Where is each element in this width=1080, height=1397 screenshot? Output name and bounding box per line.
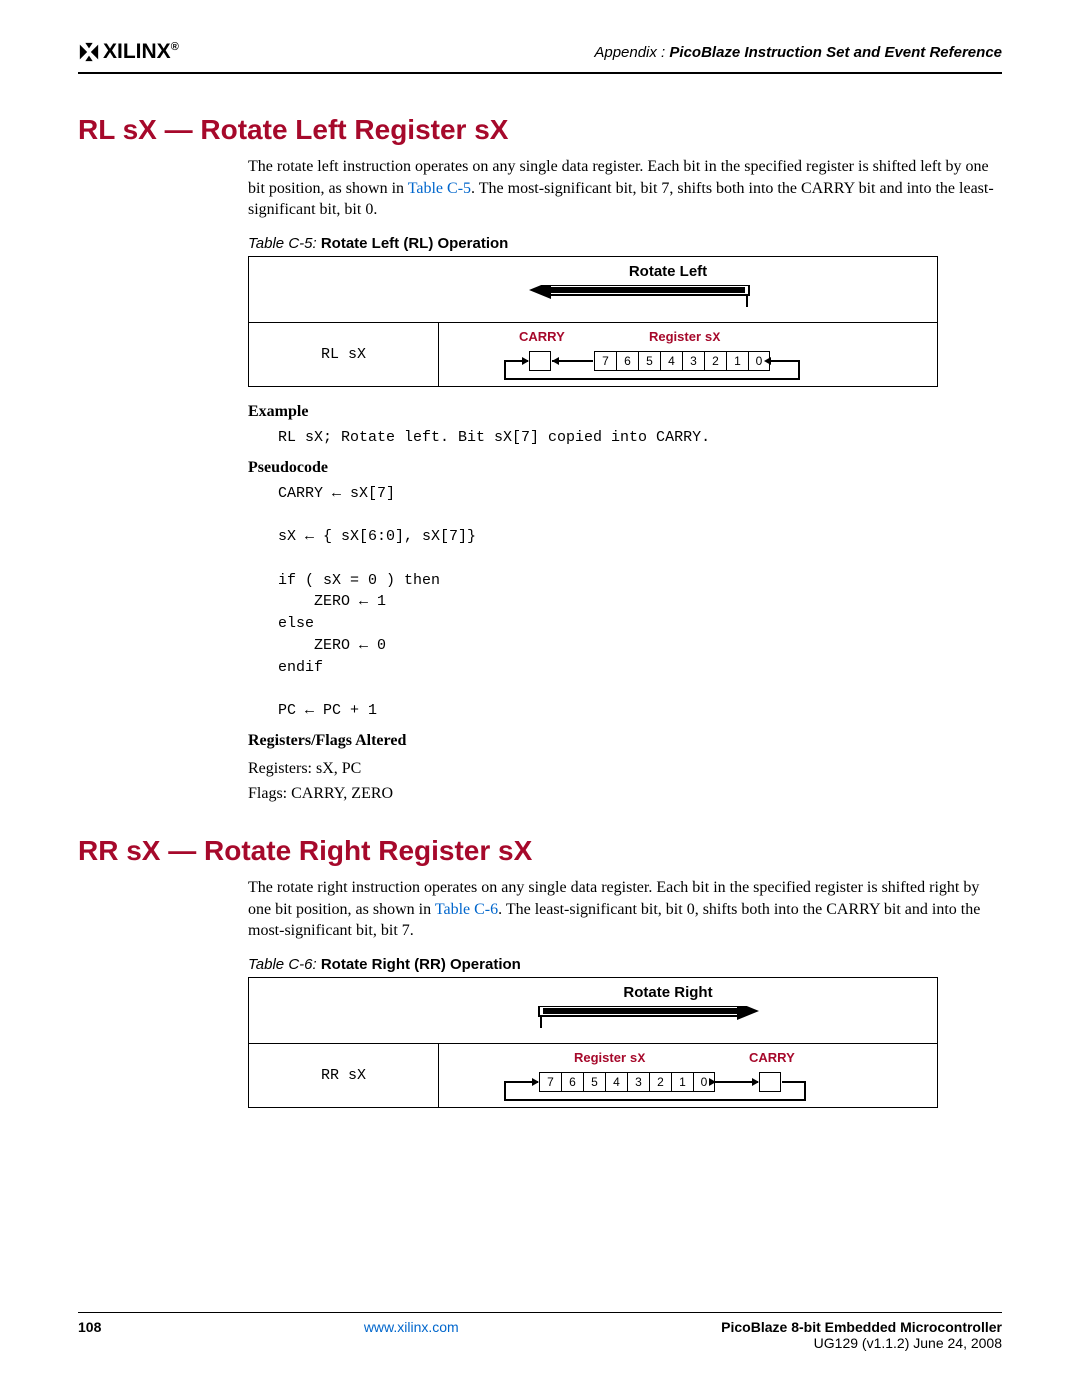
rr-table-header: Rotate Right [409, 984, 927, 1001]
footer-docid: UG129 (v1.1.2) June 24, 2008 [721, 1335, 1002, 1351]
rr-para-link[interactable]: Table C-6 [435, 901, 498, 918]
bit-cell: 6 [561, 1072, 583, 1092]
appendix-label: Appendix : [594, 44, 665, 61]
rl-para-link[interactable]: Table C-5 [408, 180, 471, 197]
logo-text: XILINX® [103, 40, 179, 64]
rr-bit-row: 7 6 5 4 3 2 1 0 [539, 1072, 715, 1092]
rl-bit-row: 7 6 5 4 3 2 1 0 [594, 351, 770, 371]
rl-table-caption: Table C-5: Rotate Left (RL) Operation [248, 235, 1002, 252]
bit-cell: 4 [605, 1072, 627, 1092]
rl-pseudo-label: Pseudocode [248, 459, 1002, 477]
bit-cell: 6 [616, 351, 638, 371]
rotate-right-arrow-icon [529, 1006, 759, 1032]
rr-diagram: Register sX CARRY 7 6 5 4 3 2 1 0 [449, 1050, 927, 1101]
footer-url[interactable]: www.xilinx.com [364, 1319, 459, 1335]
bit-cell: 7 [539, 1072, 561, 1092]
rl-tc-cap: Rotate Left (RL) Operation [321, 235, 509, 252]
bit-cell: 2 [649, 1072, 671, 1092]
bit-cell: 1 [726, 351, 748, 371]
rr-heading: RR sX — Rotate Right Register sX [78, 835, 1002, 867]
rl-regflags-label: Registers/Flags Altered [248, 732, 1002, 750]
rl-example-label: Example [248, 403, 1002, 421]
rl-mnemonic: RL sX [249, 322, 439, 386]
rl-diagram: CARRY Register sX 7 6 5 4 3 2 1 0 [449, 329, 927, 380]
page-number: 108 [78, 1319, 101, 1335]
rl-table-header: Rotate Left [409, 263, 927, 280]
rotate-left-arrow-icon [529, 285, 759, 311]
rl-regflags-a: Registers: sX, PC [248, 756, 1002, 782]
rl-pseudo-code: CARRY ← sX[7] sX ← { sX[6:0], sX[7]} if … [278, 483, 1002, 722]
rr-register-label: Register sX [574, 1050, 645, 1066]
rr-op-table: Rotate Right RR sX Register sX CARRY [248, 977, 938, 1108]
rl-carry-box [529, 351, 551, 371]
bit-cell: 4 [660, 351, 682, 371]
bit-cell: 5 [638, 351, 660, 371]
rl-heading: RL sX — Rotate Left Register sX [78, 114, 1002, 146]
rl-example-code: RL sX; Rotate left. Bit sX[7] copied int… [278, 427, 1002, 449]
page-header: XILINX® Appendix : PicoBlaze Instruction… [78, 40, 1002, 74]
rl-op-table: Rotate Left RL sX CARRY Register sX [248, 256, 938, 387]
bit-cell: 2 [704, 351, 726, 371]
rr-tc-pre: Table C-6: [248, 956, 317, 973]
page-footer: 108 www.xilinx.com PicoBlaze 8-bit Embed… [78, 1312, 1002, 1351]
rl-carry-label: CARRY [519, 329, 565, 344]
rl-regflags-b: Flags: CARRY, ZERO [248, 781, 1002, 807]
appendix-title: PicoBlaze Instruction Set and Event Refe… [669, 44, 1002, 61]
bit-cell: 3 [627, 1072, 649, 1092]
rr-carry-label: CARRY [749, 1050, 795, 1065]
rr-carry-box [759, 1072, 781, 1092]
rr-paragraph: The rotate right instruction operates on… [248, 877, 1002, 942]
bit-cell: 7 [594, 351, 616, 371]
rl-regflags: Registers: sX, PC Flags: CARRY, ZERO [248, 756, 1002, 807]
rl-tc-pre: Table C-5: [248, 235, 317, 252]
rr-mnemonic: RR sX [249, 1043, 439, 1107]
rl-paragraph: The rotate left instruction operates on … [248, 156, 1002, 221]
footer-title: PicoBlaze 8-bit Embedded Microcontroller [721, 1319, 1002, 1335]
header-appendix: Appendix : PicoBlaze Instruction Set and… [594, 44, 1002, 61]
logo-icon [78, 41, 100, 63]
xilinx-logo: XILINX® [78, 40, 179, 64]
rr-table-caption: Table C-6: Rotate Right (RR) Operation [248, 956, 1002, 973]
rr-tc-cap: Rotate Right (RR) Operation [321, 956, 521, 973]
bit-cell: 3 [682, 351, 704, 371]
bit-cell: 1 [671, 1072, 693, 1092]
bit-cell: 5 [583, 1072, 605, 1092]
rl-register-label: Register sX [649, 329, 720, 345]
